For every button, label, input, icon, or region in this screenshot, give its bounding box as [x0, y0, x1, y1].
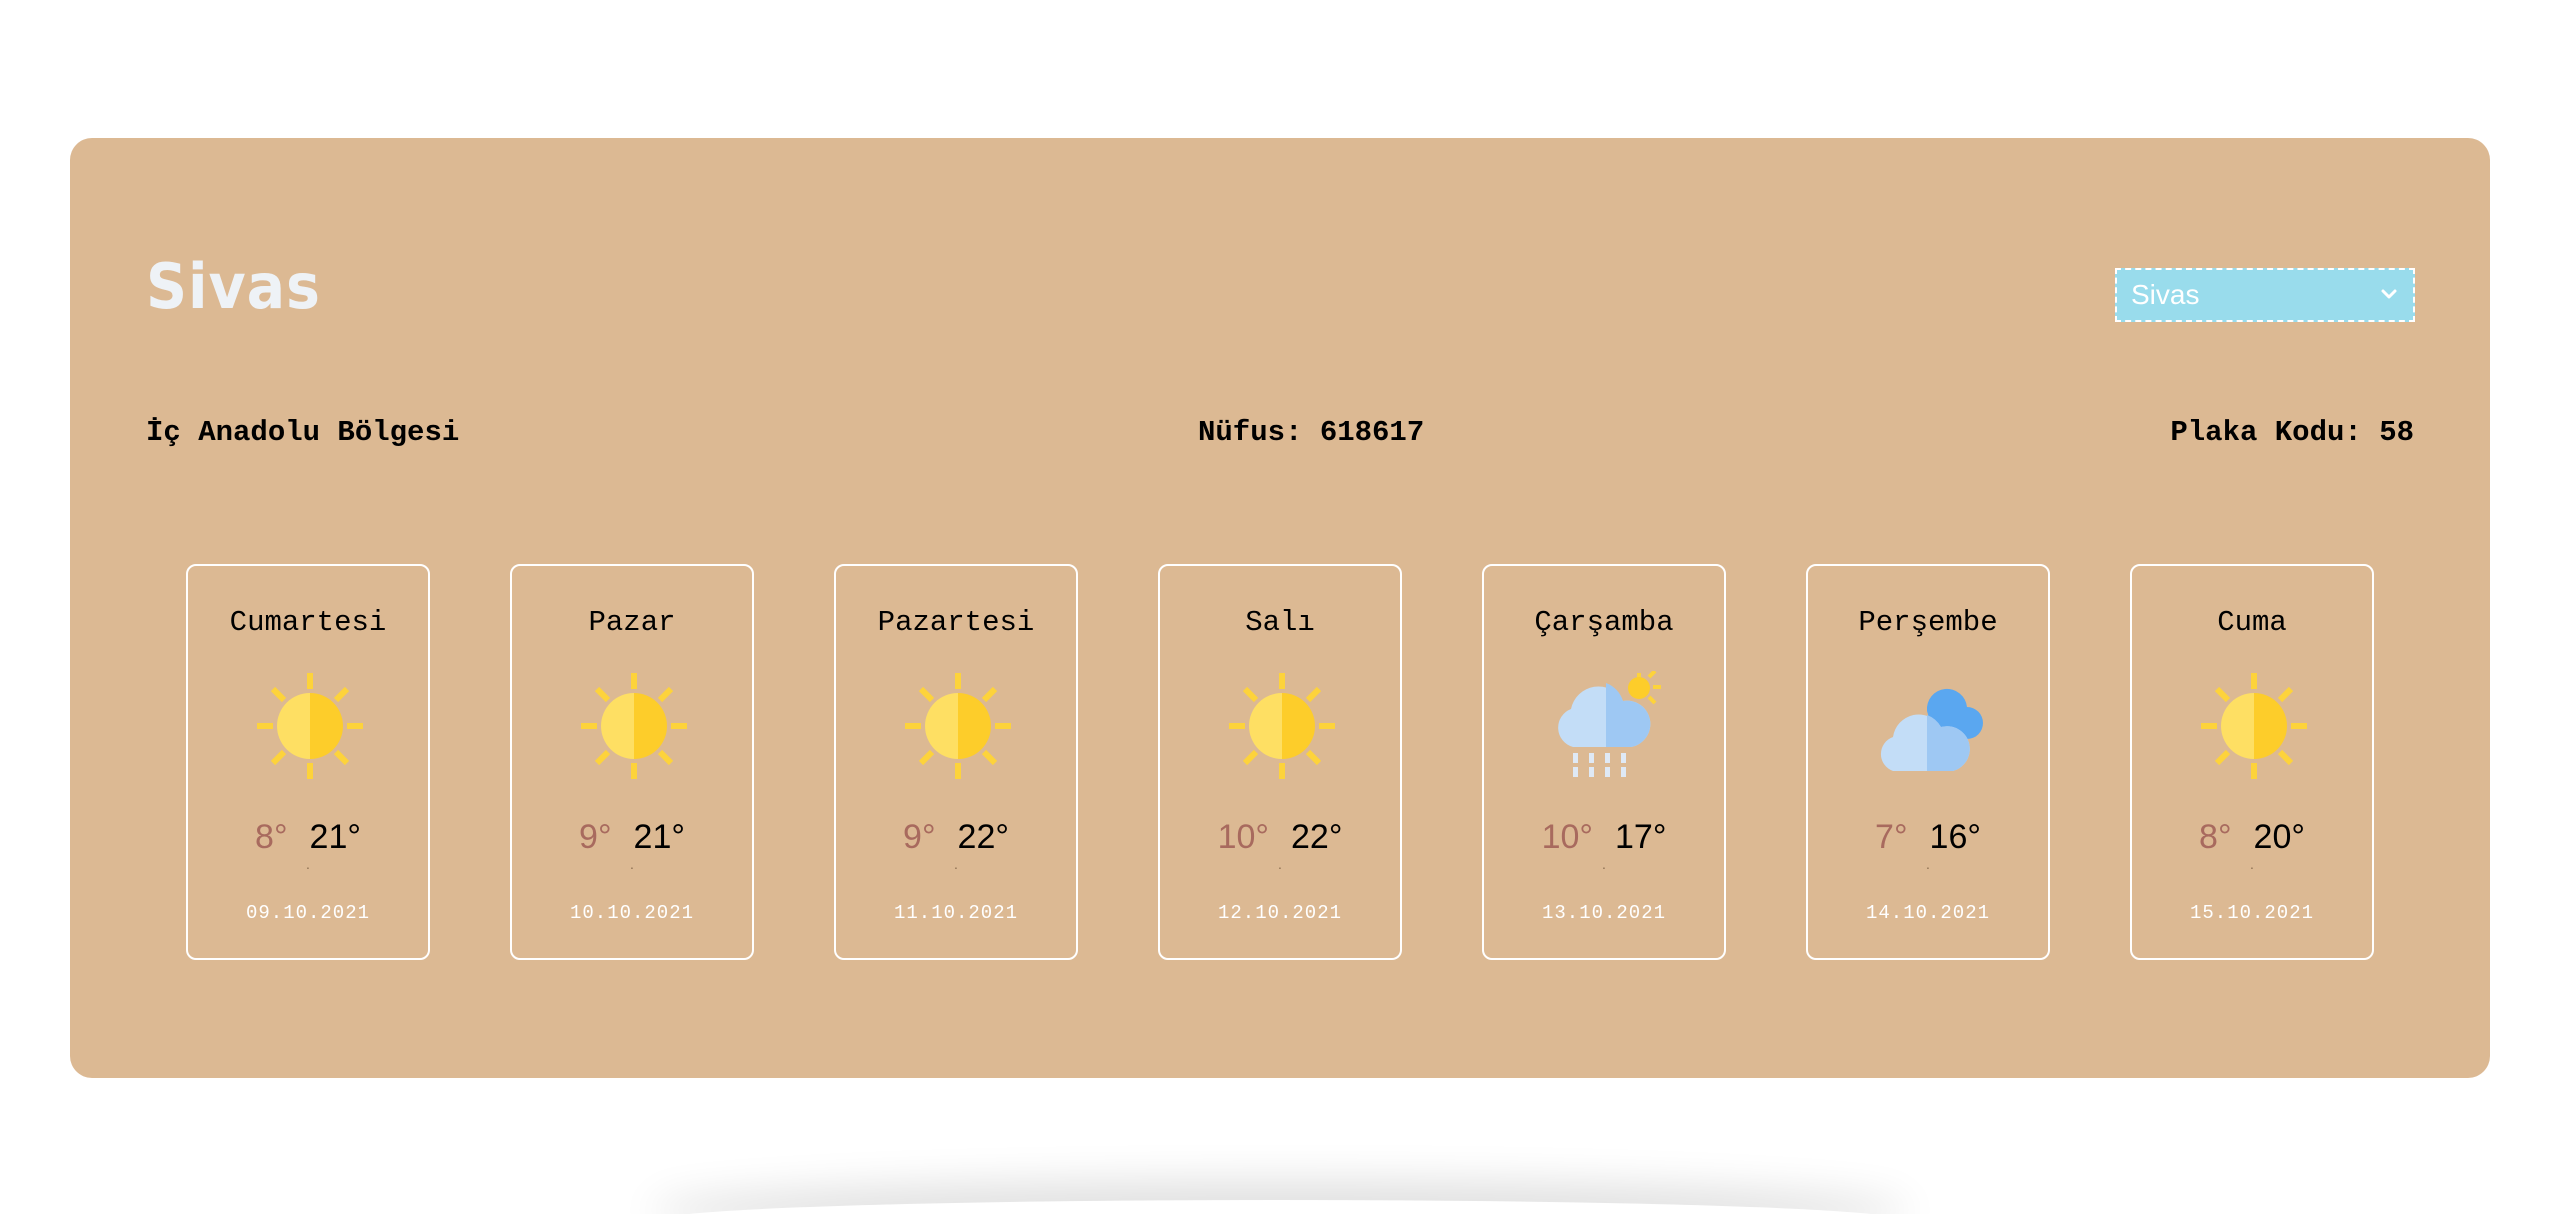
separator-dot: . — [1926, 856, 1930, 872]
temperature-range: 7° 16° — [1808, 818, 2048, 857]
separator-dot: . — [1278, 856, 1282, 872]
separator-dot: . — [630, 856, 634, 872]
city-select-value: Sivas — [2131, 279, 2200, 310]
max-temp: 21° — [309, 818, 361, 856]
sun-icon — [257, 673, 363, 779]
weather-panel: Sivas Sivas İç Anadolu Bölgesi Nüfus: 61… — [70, 138, 2490, 1078]
cloudy-icon — [1880, 688, 1983, 771]
temperature-range: 9° 21° — [512, 818, 752, 857]
temperature-range: 8° 20° — [2132, 818, 2372, 857]
separator-dot: . — [306, 856, 310, 872]
forecast-card: Pazar 9° 21° . 10.10.2021 — [510, 564, 754, 960]
min-temp: 10° — [1541, 818, 1593, 856]
separator-dot: . — [954, 856, 958, 872]
forecast-date: 11.10.2021 — [893, 902, 1019, 924]
min-temp: 9° — [579, 818, 612, 856]
sun-icon — [905, 673, 1011, 779]
forecast-day: Cuma — [2217, 606, 2287, 639]
max-temp: 22° — [1291, 818, 1343, 856]
forecast-card: Salı 10° 22° . 12.10.2021 — [1158, 564, 1402, 960]
forecast-card: Çarşamba 10° 17° . 13.10.2021 — [1482, 564, 1726, 960]
region-label: İç Anadolu Bölgesi — [146, 416, 460, 449]
forecast-date: 09.10.2021 — [245, 902, 371, 924]
min-temp: 7° — [1875, 818, 1908, 856]
forecast-day: Perşembe — [1858, 606, 1998, 639]
min-temp: 9° — [903, 818, 936, 856]
min-temp: 8° — [255, 818, 288, 856]
forecast-day: Salı — [1245, 606, 1315, 639]
forecast-day: Cumartesi — [229, 606, 387, 639]
max-temp: 16° — [1929, 818, 1981, 856]
forecast-card: Pazartesi 9° 22° . 11.10.2021 — [834, 564, 1078, 960]
forecast-card: Cuma 8° 20° . 15.10.2021 — [2130, 564, 2374, 960]
chevron-down-icon — [2381, 289, 2397, 299]
max-temp: 17° — [1615, 818, 1667, 856]
forecast-card: Perşembe 7° 16° . 14.10.2021 — [1806, 564, 2050, 960]
max-temp: 20° — [2253, 818, 2305, 856]
forecast-date: 13.10.2021 — [1541, 902, 1667, 924]
sun-icon — [2201, 673, 2307, 779]
forecast-date: 12.10.2021 — [1217, 902, 1343, 924]
forecast-date: 10.10.2021 — [569, 902, 695, 924]
separator-dot: . — [1602, 856, 1606, 872]
temperature-range: 10° 17° — [1484, 818, 1724, 857]
bottom-shadow — [660, 1200, 1900, 1214]
temperature-range: 9° 22° — [836, 818, 1076, 857]
temperature-range: 8° 21° — [188, 818, 428, 857]
min-temp: 8° — [2199, 818, 2232, 856]
max-temp: 22° — [957, 818, 1009, 856]
forecast-day: Pazar — [588, 606, 676, 639]
city-title: Sivas — [146, 250, 321, 323]
forecast-date: 14.10.2021 — [1865, 902, 1991, 924]
rain-cloud-sun-icon — [1558, 671, 1661, 777]
forecast-day: Pazartesi — [877, 606, 1035, 639]
temperature-range: 10° 22° — [1160, 818, 1400, 857]
sun-icon — [1229, 673, 1335, 779]
min-temp: 10° — [1217, 818, 1269, 856]
forecast-day: Çarşamba — [1534, 606, 1674, 639]
separator-dot: . — [2250, 856, 2254, 872]
sun-icon — [581, 673, 687, 779]
max-temp: 21° — [633, 818, 685, 856]
forecast-date: 15.10.2021 — [2189, 902, 2315, 924]
forecast-card: Cumartesi 8° 21° . 09.10.2021 — [186, 564, 430, 960]
population-label: Nüfus: 618617 — [1198, 416, 1425, 449]
city-select[interactable]: Sivas — [2115, 268, 2415, 322]
plate-code-label: Plaka Kodu: 58 — [2170, 416, 2414, 449]
forecast-cards: Cumartesi 8° 21° . 09.10.2021 Pazar 9° 2… — [186, 564, 2374, 960]
